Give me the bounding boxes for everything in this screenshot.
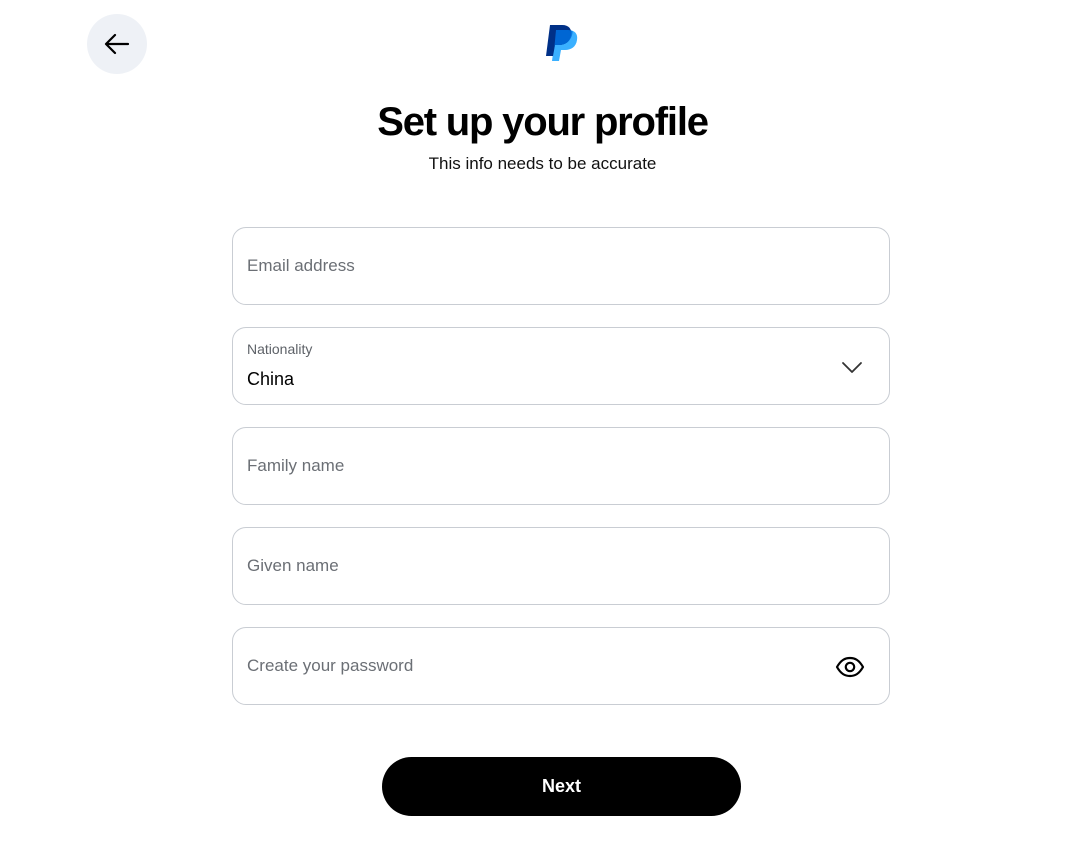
nationality-label: Nationality [247, 341, 313, 357]
family-name-field[interactable] [232, 427, 890, 505]
next-button[interactable]: Next [382, 757, 741, 816]
page-title: Set up your profile [377, 100, 709, 144]
arrow-left-icon [104, 33, 130, 55]
password-input[interactable] [247, 628, 807, 704]
back-button[interactable] [87, 14, 147, 74]
nationality-select[interactable]: Nationality China [232, 327, 890, 405]
email-field[interactable] [232, 227, 890, 305]
eye-icon[interactable] [835, 654, 865, 680]
family-name-input[interactable] [247, 428, 807, 504]
given-name-field[interactable] [232, 527, 890, 605]
email-input[interactable] [247, 228, 807, 304]
paypal-logo-icon [546, 25, 578, 61]
page-subtitle: This info needs to be accurate [428, 154, 657, 173]
given-name-input[interactable] [247, 528, 807, 604]
chevron-down-icon [842, 362, 862, 373]
nationality-value: China [247, 369, 295, 389]
password-field[interactable] [232, 627, 890, 705]
